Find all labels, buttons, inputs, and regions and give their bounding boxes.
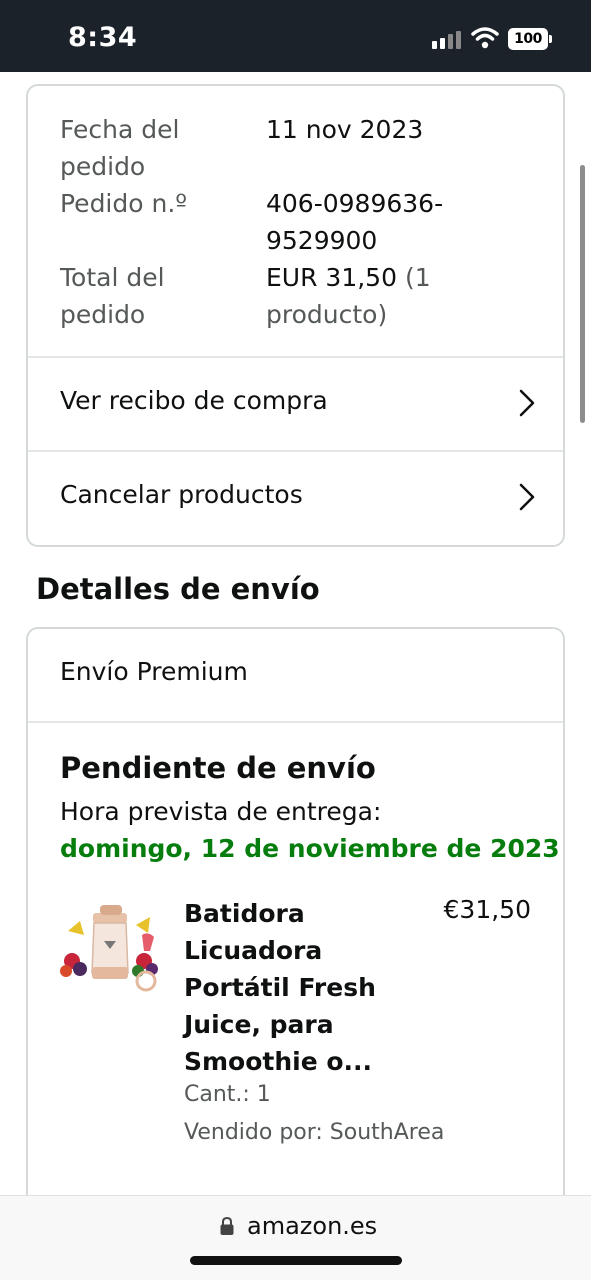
delivery-eta-label: Hora prevista de entrega: [60,797,382,826]
wifi-icon [471,27,499,49]
chevron-right-icon [519,389,535,417]
order-summary-card: Fecha del pedido 11 nov 2023 Pedido n.º … [26,84,565,547]
lock-icon [220,1216,234,1235]
product-price: €31,50 [443,895,531,924]
status-bar: 8:34 100 [0,0,591,72]
chevron-right-icon [519,483,535,511]
divider [28,721,563,723]
order-total-label: Total del pedido [60,263,165,329]
cancel-products-link[interactable]: Cancelar productos [28,452,563,545]
url-text[interactable]: amazon.es [247,1212,377,1240]
order-number-label: Pedido n.º [60,189,188,218]
status-time: 8:34 [68,22,138,53]
scrollbar[interactable] [580,165,585,423]
battery-level: 100 [508,28,548,50]
shipping-card: Envío Premium Pendiente de envío Hora pr… [26,627,565,1247]
view-receipt-label: Ver recibo de compra [60,386,328,415]
product-seller: Vendido por: SouthArea [184,1120,445,1145]
view-receipt-link[interactable]: Ver recibo de compra [28,358,563,452]
product-image[interactable] [58,891,162,995]
order-number-value: 406-0989636-9529900 [266,189,444,255]
shipping-type: Envío Premium [60,657,248,686]
order-date-value: 11 nov 2023 [266,115,424,144]
order-total-value: EUR 31,50 (1 producto) [266,259,466,333]
delivery-eta-date: domingo, 12 de noviembre de 2023 [60,834,560,863]
shipping-status: Pendiente de envío [60,751,376,785]
order-total-amount: EUR 31,50 [266,263,397,292]
home-indicator[interactable] [190,1256,402,1265]
battery-icon: 100 [508,28,552,50]
cancel-products-label: Cancelar productos [60,480,303,509]
signal-icon [432,31,461,49]
product-title[interactable]: Batidora Licuadora Portátil Fresh Juice,… [184,895,404,1080]
shipping-details-heading: Detalles de envío [36,572,320,606]
order-date-label: Fecha del pedido [60,115,180,181]
browser-url-bar[interactable]: amazon.es [0,1195,591,1280]
product-quantity: Cant.: 1 [184,1082,271,1107]
